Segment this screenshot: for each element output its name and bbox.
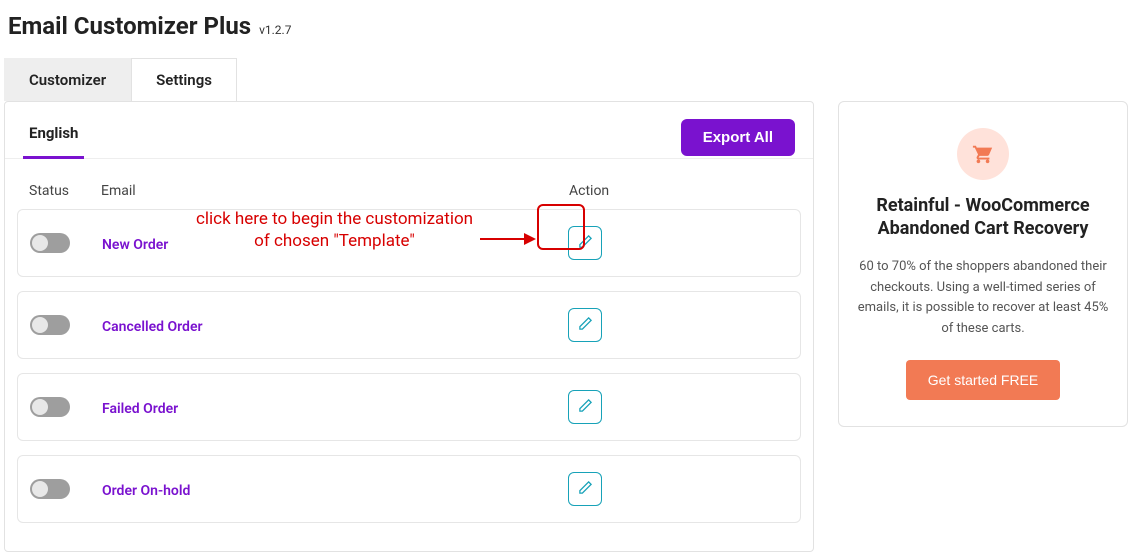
edit-button[interactable] bbox=[568, 390, 602, 424]
main-tabs: Customizer Settings bbox=[4, 58, 1129, 101]
email-template-link[interactable]: Failed Order bbox=[102, 401, 178, 417]
page-title: Email Customizer Plus v1.2.7 bbox=[0, 0, 1133, 58]
status-toggle[interactable] bbox=[30, 397, 70, 417]
customizer-panel: English Export All Status Email Action N… bbox=[4, 101, 814, 552]
table-row: New Order click here to begin the custom… bbox=[17, 209, 801, 277]
export-all-button[interactable]: Export All bbox=[681, 119, 795, 156]
panel-subbar: English Export All bbox=[5, 102, 813, 159]
email-table: Status Email Action New Order bbox=[5, 159, 813, 551]
header-status: Status bbox=[29, 183, 101, 199]
header-action: Action bbox=[569, 183, 789, 199]
status-toggle[interactable] bbox=[30, 479, 70, 499]
email-template-link[interactable]: Cancelled Order bbox=[102, 319, 203, 335]
edit-button[interactable] bbox=[568, 226, 602, 260]
language-tab[interactable]: English bbox=[23, 116, 84, 159]
tab-settings[interactable]: Settings bbox=[131, 58, 237, 101]
table-row: Cancelled Order bbox=[17, 291, 801, 359]
promo-title: Retainful - WooCommerce Abandoned Cart R… bbox=[851, 194, 1115, 241]
edit-button[interactable] bbox=[568, 308, 602, 342]
promo-sidebar: Retainful - WooCommerce Abandoned Cart R… bbox=[838, 101, 1128, 427]
email-template-link[interactable]: Order On-hold bbox=[102, 483, 190, 499]
pencil-icon bbox=[578, 480, 593, 498]
status-toggle[interactable] bbox=[30, 315, 70, 335]
cart-icon bbox=[957, 128, 1009, 180]
pencil-icon bbox=[578, 234, 593, 252]
table-row: Order On-hold bbox=[17, 455, 801, 523]
pencil-icon bbox=[578, 316, 593, 334]
get-started-button[interactable]: Get started FREE bbox=[906, 360, 1060, 400]
promo-description: 60 to 70% of the shoppers abandoned thei… bbox=[851, 257, 1115, 340]
edit-button[interactable] bbox=[568, 472, 602, 506]
email-template-link[interactable]: New Order bbox=[102, 237, 168, 253]
header-email: Email bbox=[101, 183, 569, 199]
table-row: Failed Order bbox=[17, 373, 801, 441]
status-toggle[interactable] bbox=[30, 233, 70, 253]
app-title: Email Customizer Plus bbox=[8, 12, 251, 40]
tab-customizer[interactable]: Customizer bbox=[4, 58, 131, 101]
table-header-row: Status Email Action bbox=[17, 173, 801, 209]
app-version: v1.2.7 bbox=[259, 23, 291, 37]
pencil-icon bbox=[578, 398, 593, 416]
